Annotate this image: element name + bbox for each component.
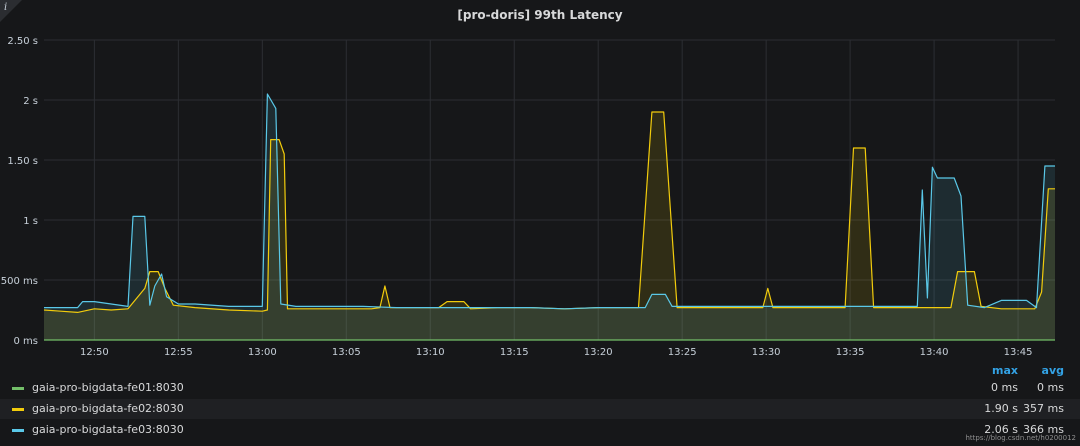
legend-item-fe01[interactable]: gaia-pro-bigdata-fe01:8030 0 ms 0 ms <box>0 378 1080 398</box>
legend-item-fe03[interactable]: gaia-pro-bigdata-fe03:8030 2.06 s 366 ms <box>0 420 1080 440</box>
x-tick-label: 13:05 <box>332 347 361 358</box>
legend-header-avg[interactable]: avg <box>1042 364 1064 377</box>
x-tick-label: 13:15 <box>500 347 529 358</box>
latency-panel: i [pro-doris] 99th Latency 0 ms 500 ms 1 s… <box>0 0 1080 446</box>
legend-avg-value: 357 ms <box>1023 402 1064 415</box>
y-tick-label: 2.50 s <box>7 36 38 47</box>
legend-max-value: 1.90 s <box>984 402 1018 415</box>
legend-avg-value: 0 ms <box>1037 381 1064 394</box>
y-tick-label: 500 ms <box>1 276 38 287</box>
x-tick-label: 13:45 <box>1004 347 1033 358</box>
series-lines <box>43 93 1055 341</box>
x-tick-label: 13:40 <box>920 347 949 358</box>
series-line[interactable] <box>43 111 1055 313</box>
y-tick-label: 0 ms <box>14 336 39 347</box>
watermark: https://blog.csdn.net/h0200012 <box>965 434 1077 442</box>
legend-item-fe02[interactable]: gaia-pro-bigdata-fe02:8030 1.90 s 357 ms <box>0 399 1080 419</box>
x-tick-label: 13:00 <box>248 347 277 358</box>
legend-swatch <box>12 387 24 390</box>
legend-series-name[interactable]: gaia-pro-bigdata-fe01:8030 <box>32 381 184 394</box>
latency-chart[interactable]: 0 ms 500 ms 1 s 1.50 s 2 s 2.50 s 12:50 12:55 13… <box>0 0 1080 360</box>
grid <box>44 39 1055 341</box>
series-area <box>44 94 1055 340</box>
x-tick-label: 13:10 <box>416 347 445 358</box>
legend-max-value: 0 ms <box>991 381 1018 394</box>
legend-series-name[interactable]: gaia-pro-bigdata-fe03:8030 <box>32 423 184 436</box>
x-tick-label: 12:55 <box>164 347 193 358</box>
series-line[interactable] <box>44 93 1055 310</box>
y-tick-label: 2 s <box>23 96 38 107</box>
series-areas <box>44 94 1055 340</box>
legend-swatch <box>12 408 24 411</box>
legend-swatch <box>12 429 24 432</box>
x-tick-label: 12:50 <box>80 347 109 358</box>
x-tick-label: 13:35 <box>836 347 865 358</box>
x-tick-label: 13:20 <box>584 347 613 358</box>
y-tick-label: 1.50 s <box>7 156 38 167</box>
x-tick-label: 13:25 <box>668 347 697 358</box>
legend-header-max[interactable]: max <box>992 364 1018 377</box>
y-tick-label: 1 s <box>23 216 38 227</box>
x-tick-label: 13:30 <box>752 347 781 358</box>
legend-series-name[interactable]: gaia-pro-bigdata-fe02:8030 <box>32 402 184 415</box>
